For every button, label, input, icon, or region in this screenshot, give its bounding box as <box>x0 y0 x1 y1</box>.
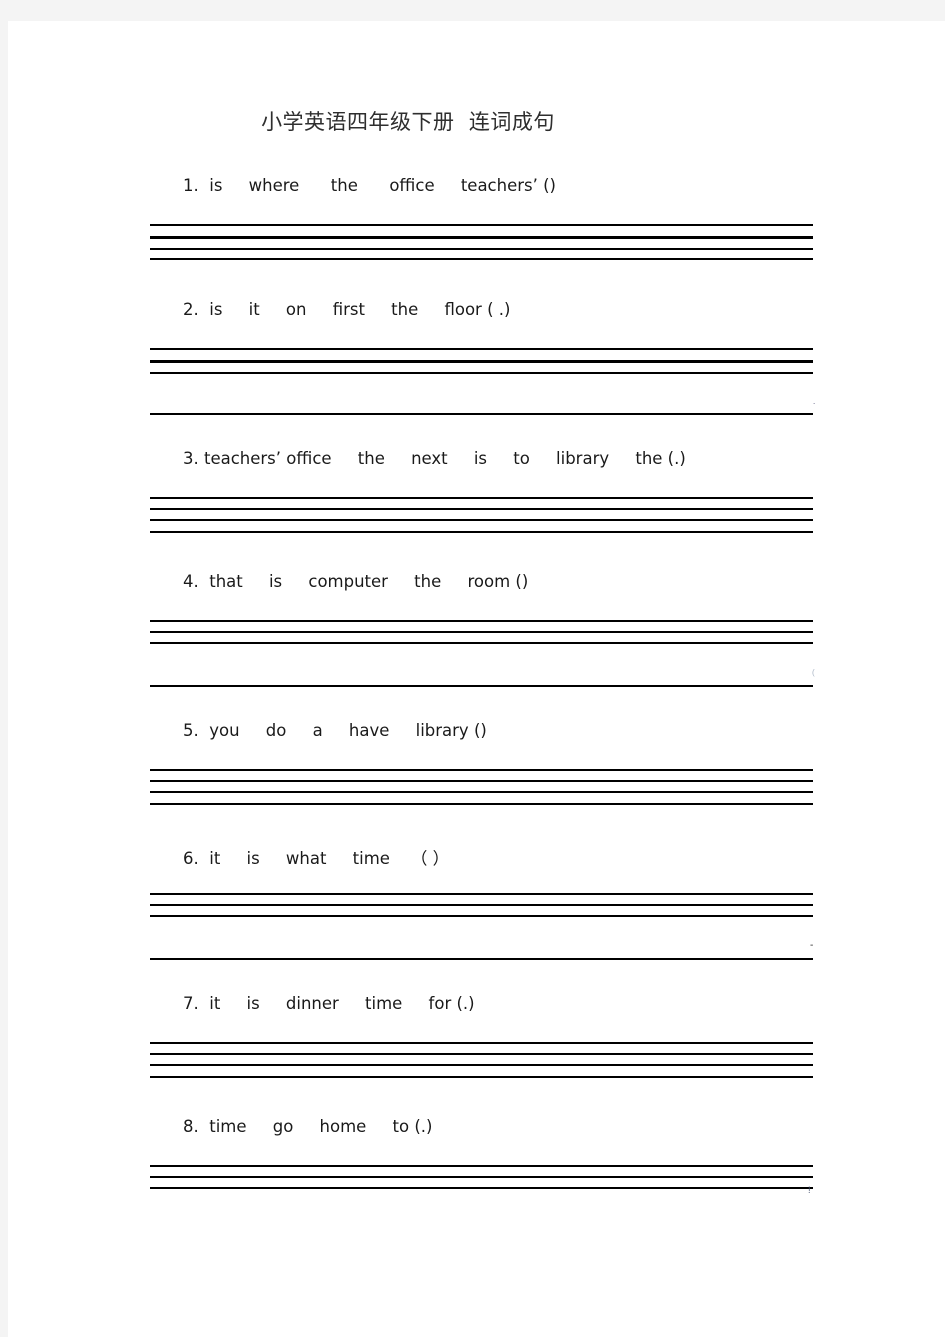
rule-line <box>150 1176 813 1178</box>
rule-line <box>150 413 813 415</box>
worksheet-page: 小学英语四年级下册 连词成句 1. is where the office te… <box>8 21 945 1337</box>
answer-lines-3[interactable] <box>150 497 813 542</box>
answer-lines-7[interactable] <box>150 1042 813 1087</box>
rule-line <box>150 1187 813 1189</box>
question-text-8: 8. time go home to (.) <box>183 1117 433 1136</box>
question-text-4: 4. that is computer the room () <box>183 572 529 591</box>
rule-line <box>150 893 813 895</box>
rule-line <box>150 372 813 374</box>
rule-line <box>150 1053 813 1055</box>
rule-line <box>150 1076 813 1078</box>
answer-lines-6[interactable]: - <box>150 893 813 968</box>
rule-line <box>150 631 813 633</box>
rule-line <box>150 803 813 805</box>
question-text-7: 7. it is dinner time for (.) <box>183 994 475 1013</box>
rule-line <box>150 1042 813 1044</box>
rule-line <box>150 519 813 521</box>
answer-lines-5[interactable] <box>150 769 813 814</box>
page-title: 小学英语四年级下册 连词成句 <box>261 110 555 134</box>
rule-line-baseline <box>150 360 813 364</box>
rule-line <box>150 258 813 260</box>
rule-line-baseline <box>150 236 813 240</box>
question-text-2: 2. is it on first the floor ( .) <box>183 300 511 319</box>
scan-speck: - <box>810 940 814 951</box>
rule-line <box>150 248 813 250</box>
answer-lines-1[interactable] <box>150 224 813 269</box>
question-text-6: 6. it is what time （ ） <box>183 849 450 868</box>
rule-line <box>150 769 813 771</box>
rule-line <box>150 508 813 510</box>
rule-line <box>150 642 813 644</box>
rule-line <box>150 791 813 793</box>
rule-line <box>150 958 813 960</box>
answer-lines-2[interactable]: . <box>150 348 816 423</box>
answer-lines-8[interactable] <box>150 1165 813 1210</box>
rule-line <box>150 904 813 906</box>
rule-line <box>150 915 813 917</box>
rule-line <box>150 620 813 622</box>
rule-line <box>150 348 813 350</box>
rule-line <box>150 497 813 499</box>
rule-line <box>150 780 813 782</box>
page-bottom-mark: ! <box>808 1185 811 1195</box>
rule-line <box>150 685 813 687</box>
question-text-1: 1. is where the office teachers’ () <box>183 176 556 195</box>
scan-speck: . <box>813 397 816 406</box>
question-text-5: 5. you do a have library () <box>183 721 487 740</box>
rule-line <box>150 224 813 226</box>
rule-line <box>150 1165 813 1167</box>
answer-lines-4[interactable]: ( <box>150 620 815 695</box>
rule-line <box>150 531 813 533</box>
rule-line <box>150 1064 813 1066</box>
scan-speck: ( <box>812 668 815 677</box>
question-text-3: 3. teachers’ office the next is to libra… <box>183 449 686 468</box>
